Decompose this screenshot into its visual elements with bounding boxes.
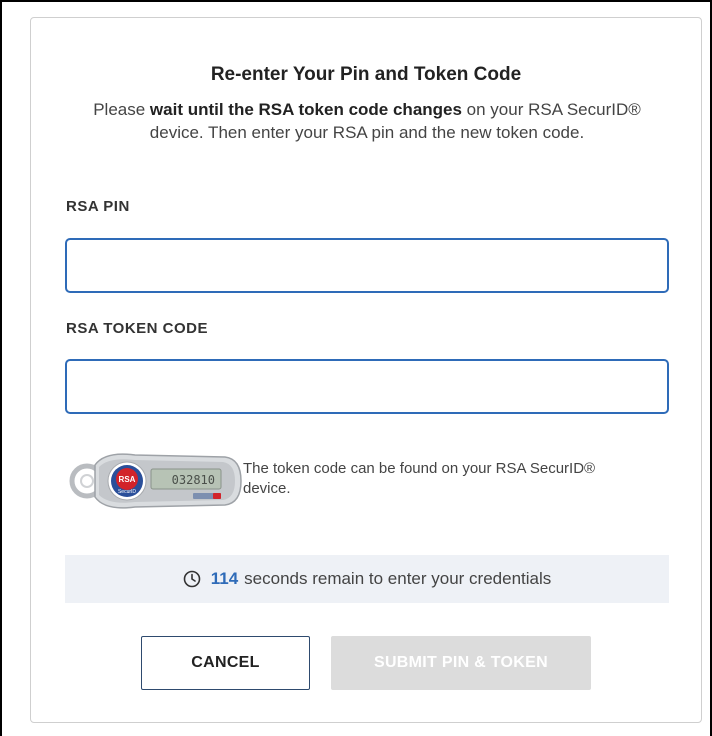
rsa-brand-text: RSA [119,475,136,484]
securid-brand-text: SecurID [118,489,136,495]
description-prefix: Please [93,100,150,119]
dialog-description: Please wait until the RSA token code cha… [81,98,653,144]
clock-icon [183,570,201,588]
rsa-securid-token-icon: RSA SecurID 032810 [65,443,245,523]
cancel-button[interactable]: CANCEL [141,636,310,690]
pin-input[interactable] [65,238,669,293]
auth-dialog: Re-enter Your Pin and Token Code Please … [30,17,702,723]
token-hint: The token code can be found on your RSA … [243,460,596,497]
token-input[interactable] [65,359,669,414]
countdown-seconds: 114 [210,569,239,588]
countdown-banner: 114 seconds remain to enter your credent… [65,555,669,603]
description-emphasis: wait until the RSA token code changes [149,100,462,119]
countdown-text: seconds remain to enter your credentials [244,569,552,588]
pin-label: RSA PIN [66,198,130,215]
submit-pin-token-button[interactable]: SUBMIT PIN & TOKEN [331,636,591,690]
token-display-code: 032810 [172,473,215,487]
token-label: RSA TOKEN CODE [66,320,209,337]
dialog-title: Re-enter Your Pin and Token Code [210,64,522,85]
